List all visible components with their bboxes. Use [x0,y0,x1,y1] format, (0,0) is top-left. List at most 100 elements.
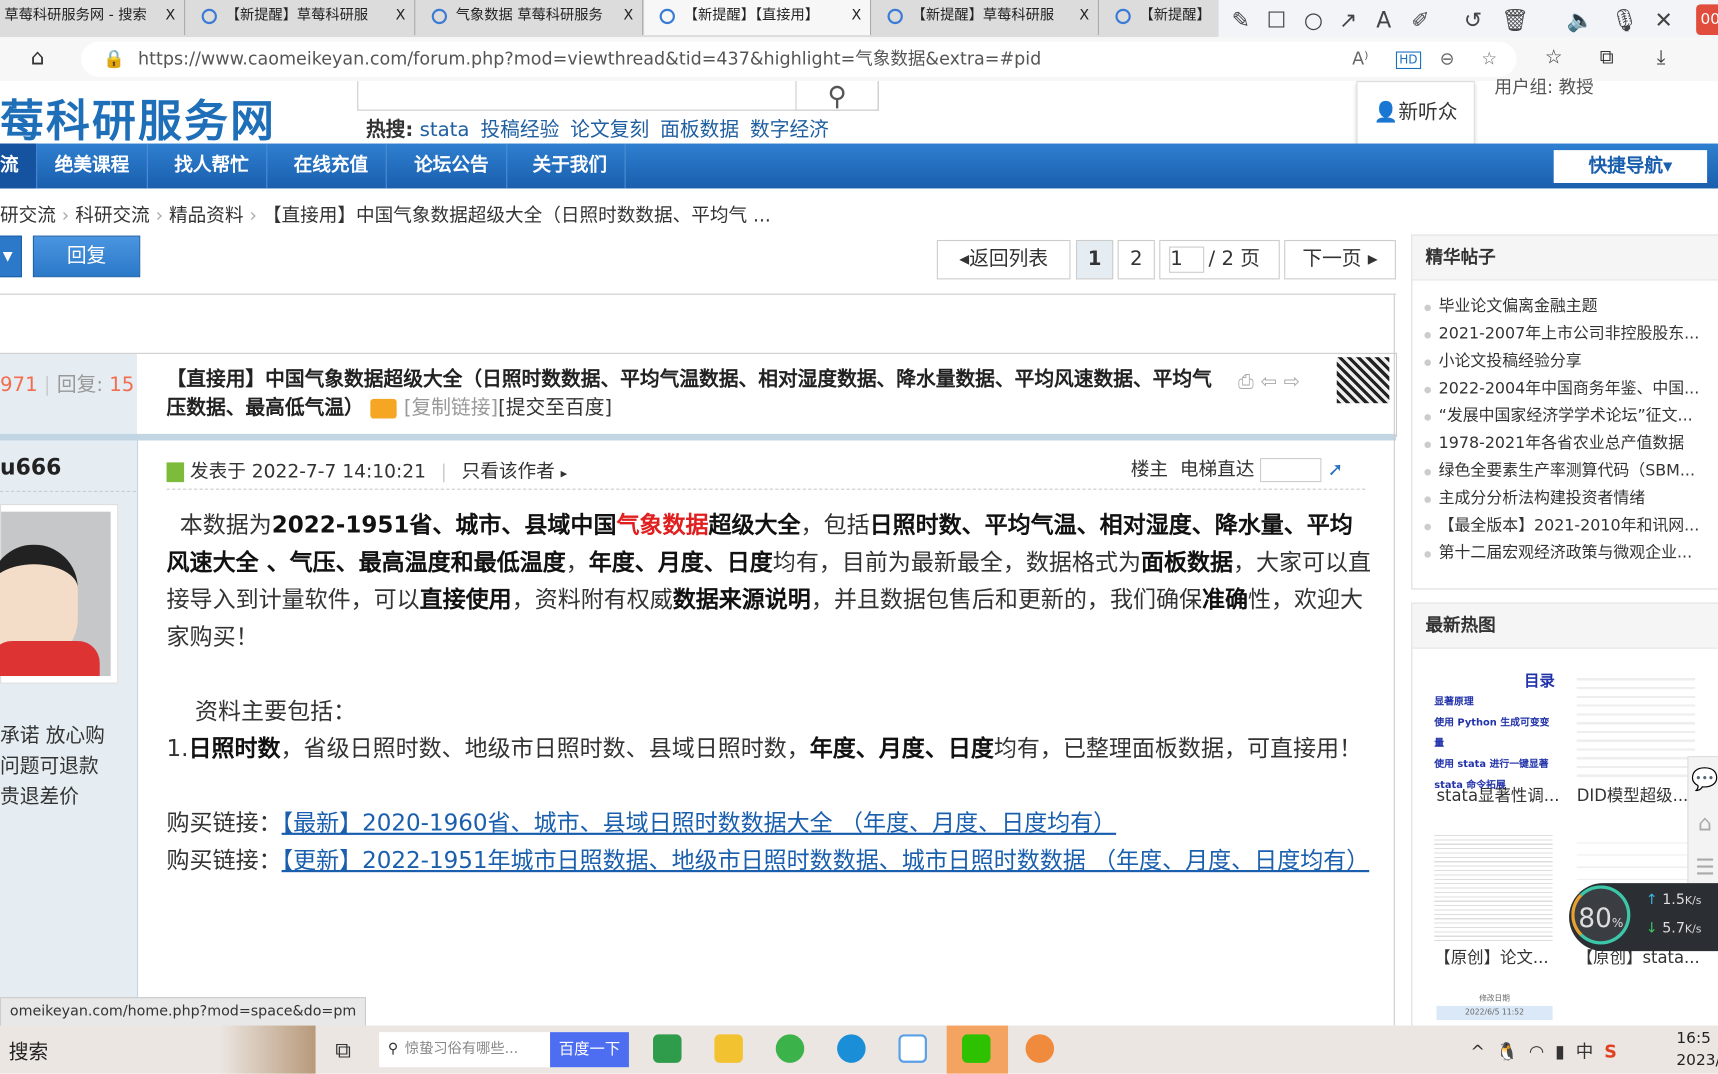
featured-post-link[interactable]: 毕业论文偏离金融主题 [1412,294,1718,321]
new-post-dropdown[interactable]: ▾ [0,235,22,278]
submit-baidu-link[interactable]: [提交至百度] [498,397,612,420]
close-tab-icon[interactable]: X [166,0,176,33]
site-logo[interactable]: 莓科研服务网 [0,85,276,149]
sogou-icon[interactable]: S [1604,1041,1628,1062]
hot-image-caption[interactable]: 【原创】论文... [1434,946,1548,969]
url-input[interactable]: 🔒 https://www.caomeikeyan.com/forum.php?… [81,41,1517,77]
undo-icon[interactable]: ↺ [1464,7,1482,33]
hot-image-thumb[interactable]: 目录 显著原理 使用 Python 生成可变变量 使用 stata 进行一键显著 st… [1434,672,1555,791]
hot-link[interactable]: 投稿经验 [480,118,559,141]
buy-link[interactable]: 【更新】2022-1951年城市日照数据、地级市日照时数数据、城市日照时数数据 … [282,847,1370,873]
reply-button[interactable]: 回复 [32,235,141,278]
pencil-icon[interactable]: ✎ [1232,7,1250,33]
browser-tab-active[interactable]: 【新提醒】【直接用】 X [644,0,872,36]
hot-link[interactable]: 面板数据 [660,118,739,141]
wechat-taskbar-button[interactable] [946,1025,1009,1074]
tray-expand-icon[interactable]: ^ [1470,1041,1496,1062]
download-icon[interactable]: ⤓ [1657,46,1666,69]
browser-tab[interactable]: 气象数据 草莓科研服务 X [416,0,644,36]
rectangle-icon[interactable]: ☐ [1267,7,1287,33]
task-view-icon[interactable]: ⧉ [335,1037,351,1063]
circle-icon[interactable]: ○ [1304,7,1323,33]
breadcrumb-link[interactable]: 研交流 [0,205,56,227]
close-tab-icon[interactable]: X [1079,0,1089,33]
back-to-top-icon[interactable]: ⌂ [1688,801,1718,845]
favorites-icon[interactable]: ☆ [1545,46,1563,69]
hot-link[interactable]: stata [420,118,470,141]
copy-link[interactable]: [复制链接] [404,397,498,420]
microphone-icon[interactable]: 🎙 [1611,7,1639,33]
nav-item[interactable]: 在线充值 [276,143,387,189]
ie-browser-icon[interactable] [775,1034,805,1063]
author-name[interactable]: u666 [0,454,61,480]
file-explorer-icon[interactable] [714,1034,743,1063]
back-to-list-button[interactable]: ◂返回列表 [936,239,1071,280]
browser-tab[interactable]: 【新提醒】 [1100,0,1220,36]
read-aloud-icon[interactable]: A⁾ [1352,42,1368,77]
hot-image-caption[interactable]: stata显著性调... [1436,783,1559,806]
browser-tab[interactable]: 草莓科研服务网 - 搜索 X [0,0,186,36]
clock[interactable]: 16:5 2023/ [1676,1028,1718,1072]
hot-link[interactable]: 论文复刻 [570,118,649,141]
home-icon[interactable]: ⌂ [31,44,45,70]
featured-post-link[interactable]: 1978-2021年各省农业总产值数据 [1412,431,1718,458]
author-avatar[interactable] [0,504,119,684]
featured-post-link[interactable]: 2022-2004年中国商务年鉴、中国... [1412,376,1718,403]
browser-tab[interactable]: 【新提醒】草莓科研服 X [186,0,416,36]
wifi-icon[interactable]: ◠ [1529,1041,1555,1062]
user-dropdown-item[interactable]: 新听众 [1398,101,1457,124]
quick-nav-button[interactable]: 快捷导航▾ [1553,150,1708,183]
audio-app-icon[interactable] [1025,1034,1055,1063]
close-tab-icon[interactable]: X [624,0,634,33]
featured-post-link[interactable]: 小论文投稿经验分享 [1412,348,1718,375]
hot-link[interactable]: 数字经济 [750,118,829,141]
browser-tab[interactable]: 【新提醒】草莓科研服 X [872,0,1099,36]
hot-image-thumb[interactable] [1576,671,1696,782]
page-2-button[interactable]: 2 [1117,239,1155,280]
input-method-icon[interactable]: 中 [1576,1041,1605,1062]
recording-badge[interactable]: 00 [1696,4,1718,36]
featured-post-link[interactable]: “发展中国家经济学学术论坛”征文... [1412,403,1718,430]
baidu-search-input[interactable]: ⚲ 惊蛰习俗有哪些... [379,1032,551,1068]
hd-icon[interactable]: HD [1395,51,1421,70]
only-author-link[interactable]: 只看该作者 [462,461,555,483]
next-page-button[interactable]: 下一页 ▸ [1284,239,1396,280]
network-speed-widget[interactable]: 80% ↑ 1.5K/s ↓ 5.7K/s [1569,883,1718,952]
battery-icon[interactable]: ▮ [1555,1041,1576,1062]
featured-post-link[interactable]: 2021-2007年上市公司非控股股东... [1412,321,1718,348]
nav-item[interactable]: 论坛公告 [397,143,508,189]
speaker-icon[interactable]: 🔈 [1567,7,1594,33]
buy-link[interactable]: 【最新】2020-1960省、城市、县域日照时数数据大全 （年度、月度、日度均有… [282,810,1117,836]
next-thread-icon[interactable]: ⇨ [1284,370,1307,393]
qq-icon[interactable]: 🐧 [1496,1041,1529,1062]
nav-item[interactable]: 绝美课程 [37,143,148,189]
page-1-button[interactable]: 1 [1075,239,1114,280]
breadcrumb-link[interactable]: 精品资料 [169,205,244,227]
chat-icon[interactable]: 💬 [1688,757,1718,801]
go-icon[interactable]: ➚ [1328,459,1344,481]
featured-post-link[interactable]: 主成分分析法构建投资者情绪 [1412,485,1718,512]
featured-post-link[interactable]: 【最全版本】2021-2010年和讯网... [1412,513,1718,540]
hot-image-thumb[interactable]: 修改日期 2022/6/5 11:52 [1436,992,1553,1021]
edge-browser-icon[interactable] [837,1034,866,1063]
close-icon[interactable]: ✕ [1655,7,1673,33]
notes-app-icon[interactable] [653,1034,682,1063]
search-icon[interactable]: ⚲ [795,81,879,112]
prev-thread-icon[interactable]: ⇦ [1261,370,1284,393]
arrow-icon[interactable]: ↗ [1339,7,1357,33]
nav-item[interactable]: 流 [0,143,38,189]
zoom-out-icon[interactable]: ⊖ [1440,42,1455,77]
nav-item[interactable]: 关于我们 [515,143,626,189]
list-icon[interactable]: ☰ [1688,845,1718,889]
user-dropdown[interactable]: 👤新听众 [1356,81,1475,145]
featured-post-link[interactable]: 第十二届宏观经济政策与微观企业... [1412,540,1718,567]
close-tab-icon[interactable]: X [396,0,406,33]
collections-icon[interactable]: ⧉ [1600,46,1614,69]
elevator-input[interactable] [1260,458,1322,483]
breadcrumb-link[interactable]: 科研交流 [75,205,150,227]
highlighter-icon[interactable]: ✐ [1411,7,1429,33]
page-input[interactable]: 1 [1169,246,1205,273]
baidu-search-button[interactable]: 百度一下 [550,1032,629,1068]
taskbar-search[interactable]: 搜索 [9,1037,48,1065]
featured-post-link[interactable]: 绿色全要素生产率测算代码（SBM... [1412,458,1718,485]
